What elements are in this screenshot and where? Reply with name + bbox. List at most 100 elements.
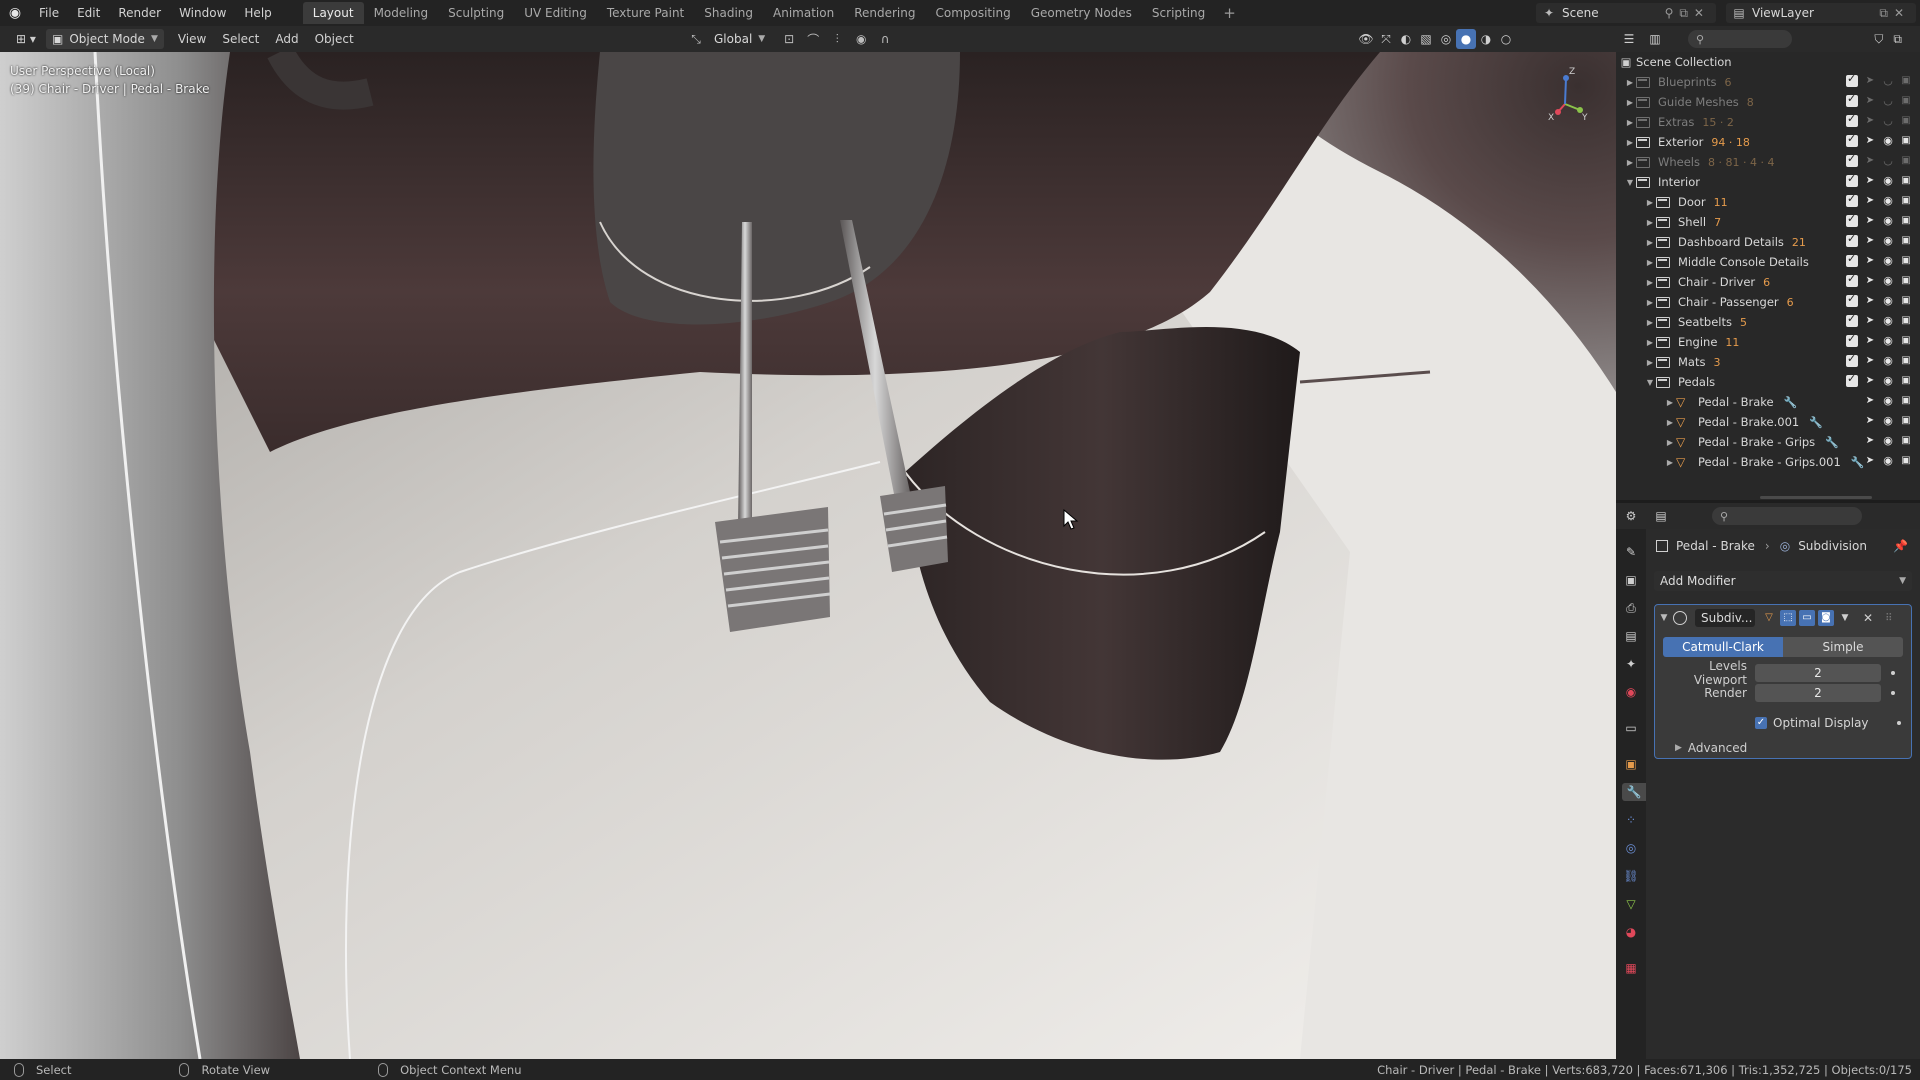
collapsed-chevron-icon[interactable]: ▶ <box>1644 278 1656 287</box>
keyframe-dot-icon[interactable] <box>1897 721 1901 725</box>
modifier-wrench-icon[interactable]: 🔧 <box>1851 456 1865 469</box>
outliner-row[interactable]: ▶ Blueprints 6 ➤ ◡ ▣ <box>1616 72 1920 92</box>
properties-options-icon[interactable]: ▤ <box>1646 509 1676 523</box>
outliner-row[interactable]: ▶ Dashboard Details 21 ➤ ◉ ▣ <box>1616 232 1920 252</box>
outliner-row[interactable]: ▶ Guide Meshes 8 ➤ ◡ ▣ <box>1616 92 1920 112</box>
solid-shading-icon[interactable]: ● <box>1456 29 1476 49</box>
object-tab-icon[interactable]: ▣ <box>1622 755 1640 773</box>
outliner-editor-icon[interactable]: ☰ <box>1616 32 1642 46</box>
catmull-clark-button[interactable]: Catmull-Clark <box>1663 637 1783 657</box>
camera-render-icon[interactable]: ▣ <box>1900 155 1912 167</box>
viewport-toggle-icon[interactable]: ▭ <box>1799 610 1815 626</box>
scene-tab-icon[interactable]: ✦ <box>1622 655 1640 673</box>
drag-handle-icon[interactable]: ⠿ <box>1885 613 1892 624</box>
outliner-row[interactable]: ▶ ▽ Pedal - Brake - Grips.001 🔧 ➤ ◉ ▣ <box>1616 452 1920 472</box>
add-modifier-dropdown[interactable]: Add Modifier ▼ <box>1654 571 1912 591</box>
selectable-arrow-icon[interactable]: ➤ <box>1864 335 1876 347</box>
outliner-row[interactable]: ▶ Middle Console Details ➤ ◉ ▣ <box>1616 252 1920 272</box>
add-workspace-button[interactable]: + <box>1215 4 1244 22</box>
data-tab-icon[interactable]: ▽ <box>1622 895 1640 913</box>
camera-render-icon[interactable]: ▣ <box>1900 335 1912 347</box>
camera-render-icon[interactable]: ▣ <box>1900 255 1912 267</box>
eye-icon[interactable]: ◉ <box>1882 295 1894 307</box>
eye-icon[interactable]: ◉ <box>1882 315 1894 327</box>
particles-tab-icon[interactable]: ⁘ <box>1622 811 1640 829</box>
camera-render-icon[interactable]: ▣ <box>1900 275 1912 287</box>
selectable-arrow-icon[interactable]: ➤ <box>1864 275 1876 287</box>
scene-collection-row[interactable]: ▣ Scene Collection <box>1616 52 1920 72</box>
collapsed-chevron-icon[interactable]: ▶ <box>1644 198 1656 207</box>
camera-render-icon[interactable]: ▣ <box>1900 395 1912 407</box>
outliner-row[interactable]: ▶ Wheels 8 · 81 · 4 · 4 ➤ ◡ ▣ <box>1616 152 1920 172</box>
selectable-arrow-icon[interactable]: ➤ <box>1864 115 1876 127</box>
expanded-chevron-icon[interactable]: ▼ <box>1624 178 1636 187</box>
include-checkbox[interactable] <box>1846 112 1858 127</box>
collapsed-chevron-icon[interactable]: ▶ <box>1644 358 1656 367</box>
collapsed-chevron-icon[interactable]: ▶ <box>1644 338 1656 347</box>
collection-tab-icon[interactable]: ▭ <box>1622 719 1640 737</box>
eye-icon[interactable]: ◉ <box>1882 355 1894 367</box>
collapsed-chevron-icon[interactable]: ▶ <box>1644 318 1656 327</box>
collapsed-chevron-icon[interactable]: ▶ <box>1644 298 1656 307</box>
outliner-row[interactable]: ▶ Chair - Driver 6 ➤ ◉ ▣ <box>1616 272 1920 292</box>
output-tab-icon[interactable]: ⎙ <box>1622 599 1640 617</box>
eye-icon[interactable]: ◉ <box>1882 395 1894 407</box>
tab-sculpting[interactable]: Sculpting <box>438 2 514 24</box>
keyframe-dot-icon[interactable] <box>1891 671 1895 675</box>
tab-modeling[interactable]: Modeling <box>364 2 439 24</box>
selectable-arrow-icon[interactable]: ➤ <box>1864 255 1876 267</box>
render-tab-icon[interactable]: ▣ <box>1622 571 1640 589</box>
snap-icon[interactable]: ⌒ <box>801 29 825 49</box>
eye-icon[interactable]: ◉ <box>1882 435 1894 447</box>
mode-dropdown[interactable]: ▣ Object Mode ▼ <box>46 29 164 49</box>
modifier-wrench-icon[interactable]: 🔧 <box>1784 396 1798 409</box>
eye-icon[interactable]: ◡ <box>1882 155 1894 167</box>
material-shading-icon[interactable]: ◑ <box>1476 29 1496 49</box>
include-checkbox[interactable] <box>1846 92 1858 107</box>
snap-target-icon[interactable]: ⫶ <box>825 29 849 49</box>
properties-search-input[interactable]: ⚲ <box>1712 507 1862 525</box>
selectable-arrow-icon[interactable]: ➤ <box>1864 95 1876 107</box>
include-checkbox[interactable] <box>1846 152 1858 167</box>
view-layer-name[interactable]: ViewLayer <box>1752 6 1879 20</box>
falloff-icon[interactable]: ∩ <box>873 29 897 49</box>
view-layer-selector[interactable]: ▤ ViewLayer ⧉✕ <box>1726 3 1916 23</box>
selectable-arrow-icon[interactable]: ➤ <box>1864 195 1876 207</box>
modifier-wrench-icon[interactable]: 🔧 <box>1825 436 1839 449</box>
camera-render-icon[interactable]: ▣ <box>1900 175 1912 187</box>
tab-shading[interactable]: Shading <box>694 2 763 24</box>
navigation-gizmo[interactable]: Y Z X <box>1530 62 1600 132</box>
selectable-arrow-icon[interactable]: ➤ <box>1864 215 1876 227</box>
camera-render-icon[interactable]: ▣ <box>1900 295 1912 307</box>
collapsed-chevron-icon[interactable]: ▶ <box>1664 418 1676 427</box>
eye-icon[interactable]: ◡ <box>1882 95 1894 107</box>
3d-viewport[interactable]: User Perspective (Local) (39) Chair - Dr… <box>0 52 1616 1059</box>
collapsed-chevron-icon[interactable]: ▶ <box>1644 258 1656 267</box>
outliner-row[interactable]: ▶ Seatbelts 5 ➤ ◉ ▣ <box>1616 312 1920 332</box>
selectable-arrow-icon[interactable]: ➤ <box>1864 155 1876 167</box>
eye-icon[interactable]: ◉ <box>1882 255 1894 267</box>
camera-render-icon[interactable]: ▣ <box>1900 195 1912 207</box>
camera-render-icon[interactable]: ▣ <box>1900 355 1912 367</box>
include-checkbox[interactable] <box>1846 332 1858 347</box>
include-checkbox[interactable] <box>1846 132 1858 147</box>
eye-icon[interactable]: ◉ <box>1882 195 1894 207</box>
outliner-row[interactable]: ▼ Pedals ➤ ◉ ▣ <box>1616 372 1920 392</box>
collapsed-chevron-icon[interactable]: ▶ <box>1624 78 1636 87</box>
selectable-arrow-icon[interactable]: ➤ <box>1864 295 1876 307</box>
outliner-row[interactable]: ▶ Shell 7 ➤ ◉ ▣ <box>1616 212 1920 232</box>
collapsed-chevron-icon[interactable]: ▶ <box>1624 138 1636 147</box>
outliner-row[interactable]: ▶ Extras 15 · 2 ➤ ◡ ▣ <box>1616 112 1920 132</box>
modifier-wrench-icon[interactable]: 🔧 <box>1809 416 1823 429</box>
expanded-chevron-icon[interactable]: ▼ <box>1644 378 1656 387</box>
menu-view[interactable]: View <box>170 32 214 46</box>
pin-icon[interactable]: 📌 <box>1893 539 1908 553</box>
keyframe-dot-icon[interactable] <box>1891 691 1895 695</box>
scene-selector[interactable]: ✦ Scene ⚲⧉✕ <box>1536 3 1716 23</box>
eye-icon[interactable]: ◉ <box>1882 415 1894 427</box>
view-layer-tab-icon[interactable]: ▤ <box>1622 627 1640 645</box>
include-checkbox[interactable] <box>1846 272 1858 287</box>
proportional-edit-icon[interactable]: ◉ <box>849 29 873 49</box>
outliner-row[interactable]: ▶ Chair - Passenger 6 ➤ ◉ ▣ <box>1616 292 1920 312</box>
modifier-tab-icon[interactable]: 🔧 <box>1622 783 1646 801</box>
